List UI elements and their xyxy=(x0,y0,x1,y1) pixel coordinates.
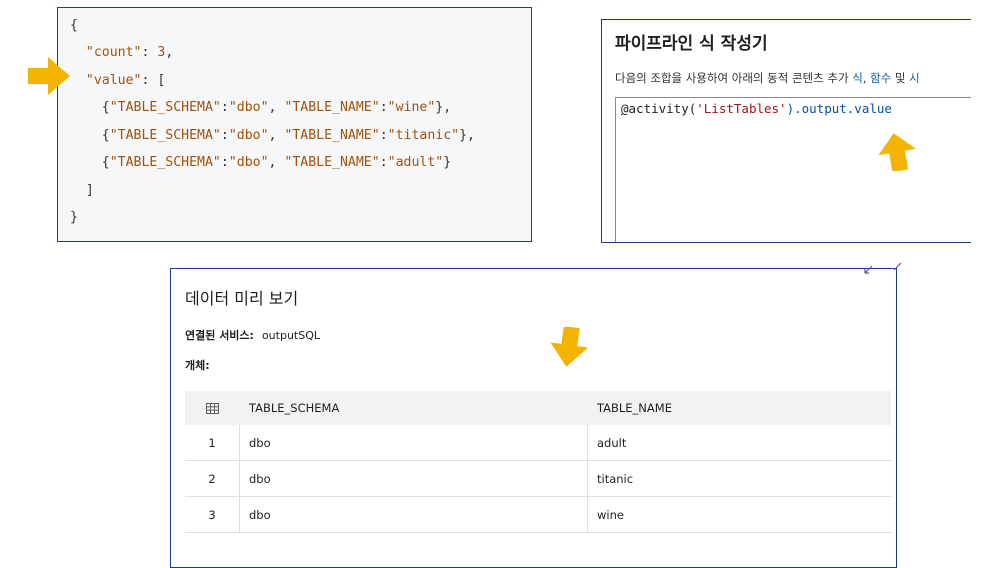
code-line: {"TABLE_SCHEMA":"dbo", "TABLE_NAME":"tit… xyxy=(70,128,475,143)
row-index: 1 xyxy=(208,435,216,450)
linked-service-row: 연결된 서비스: outputSQL xyxy=(185,327,320,343)
cell-schema: dbo xyxy=(249,435,271,450)
table-row: 2 dbo titanic xyxy=(185,461,891,497)
callout-arrow-icon xyxy=(550,327,589,367)
table-header: TABLE_SCHEMA TABLE_NAME xyxy=(185,391,891,425)
functions-link[interactable]: 함수 xyxy=(870,71,891,85)
cell-schema: dbo xyxy=(249,471,271,486)
code-line: "count": 3, xyxy=(85,45,174,60)
pipeline-expression-builder: 파이프라인 식 작성기 다음의 조합을 사용하여 아래의 동적 콘텐츠 추가 식… xyxy=(601,19,971,243)
linked-service-label: 연결된 서비스: xyxy=(185,329,254,342)
cell-name: wine xyxy=(597,507,624,522)
code-line: { xyxy=(70,18,78,33)
code-line: } xyxy=(70,210,78,225)
preview-table: TABLE_SCHEMA TABLE_NAME 1 dbo adult 2 db… xyxy=(185,391,891,533)
data-preview-panel: 데이터 미리 보기 연결된 서비스: outputSQL 개체: TABLE_SC… xyxy=(170,262,902,568)
system-variables-link[interactable]: 시 xyxy=(909,71,920,85)
code-line: {"TABLE_SCHEMA":"dbo", "TABLE_NAME":"adu… xyxy=(70,155,452,170)
code-line: "value": [ xyxy=(85,73,166,88)
builder-desc-sep: , xyxy=(862,71,871,85)
callout-arrow-icon xyxy=(28,57,70,95)
row-index: 2 xyxy=(208,471,216,486)
expressions-link[interactable]: 식 xyxy=(852,71,863,85)
table-row: 3 dbo wine xyxy=(185,497,891,533)
cell-schema: dbo xyxy=(249,507,271,522)
expr-at: @ xyxy=(621,101,629,116)
collapse-icon[interactable] xyxy=(889,261,903,275)
column-header-schema[interactable]: TABLE_SCHEMA xyxy=(249,391,339,425)
expr-property: ).output.value xyxy=(786,101,892,116)
builder-desc-text: 다음의 조합을 사용하여 아래의 동적 콘텐츠 추가 xyxy=(615,71,853,85)
table-row: 1 dbo adult xyxy=(185,425,891,461)
builder-desc-sep: 및 xyxy=(891,71,910,85)
column-header-name[interactable]: TABLE_NAME xyxy=(597,391,672,425)
object-label: 개체: xyxy=(185,359,210,372)
linked-service-value: outputSQL xyxy=(261,329,321,342)
code-line: {"TABLE_SCHEMA":"dbo", "TABLE_NAME":"win… xyxy=(70,100,452,115)
preview-title: 데이터 미리 보기 xyxy=(185,289,299,308)
expression-text[interactable]: @activity('ListTables').output.value xyxy=(621,101,892,116)
expr-argument: 'ListTables' xyxy=(696,101,787,116)
row-index: 3 xyxy=(208,507,216,522)
cell-name: titanic xyxy=(597,471,634,486)
builder-description: 다음의 조합을 사용하여 아래의 동적 콘텐츠 추가 식, 함수 및 시 xyxy=(615,70,920,86)
object-row: 개체: xyxy=(185,357,218,373)
table-grid-icon xyxy=(185,391,239,425)
json-output-panel: { "count": 3, "value": [ {"TABLE_SCHEMA"… xyxy=(57,7,532,242)
expand-icon[interactable] xyxy=(863,261,877,275)
cell-name: adult xyxy=(597,435,627,450)
builder-title: 파이프라인 식 작성기 xyxy=(615,34,768,54)
callout-arrow-icon xyxy=(878,133,916,171)
expr-function: activity( xyxy=(628,101,697,116)
code-line: ] xyxy=(70,183,94,198)
